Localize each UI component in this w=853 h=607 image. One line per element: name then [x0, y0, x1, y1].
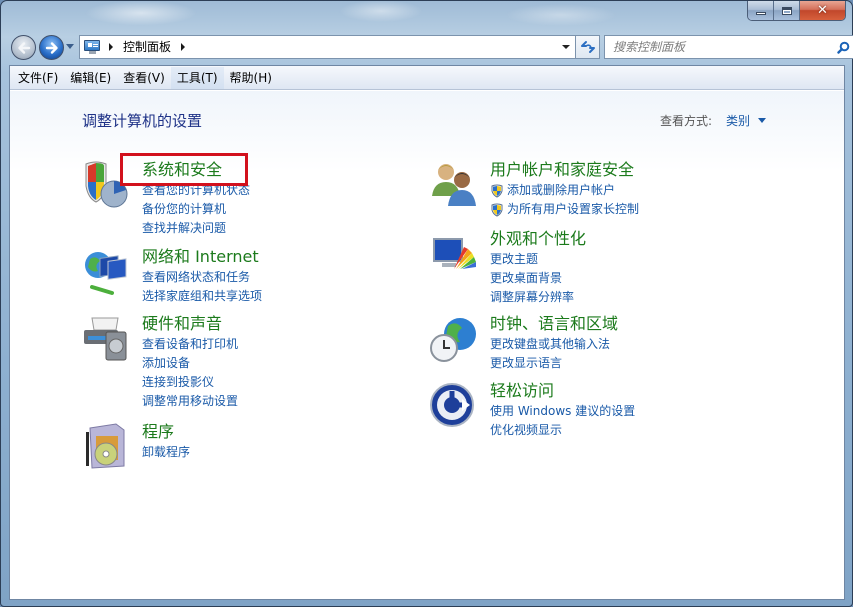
category-links: 更改主题 更改桌面背景 调整屏幕分辨率 — [490, 250, 574, 307]
navigation-bar: 控制面板 — [9, 33, 853, 61]
category-title[interactable]: 程序 — [142, 422, 174, 442]
recent-pages-dropdown[interactable] — [66, 44, 74, 49]
view-by-dropdown[interactable]: 类别 — [726, 112, 767, 129]
refresh-icon — [580, 41, 595, 53]
close-icon: ✕ — [817, 3, 828, 18]
menu-view[interactable]: 查看(V) — [117, 67, 171, 89]
users-icon[interactable] — [430, 160, 480, 210]
view-by-value: 类别 — [726, 114, 751, 128]
link-uninstall-program[interactable]: 卸载程序 — [142, 443, 190, 462]
back-arrow-icon — [17, 41, 30, 54]
minimize-button[interactable] — [748, 1, 774, 20]
menu-tools[interactable]: 工具(T) — [170, 66, 224, 89]
link-view-computer-status[interactable]: 查看您的计算机状态 — [142, 181, 250, 200]
view-by: 查看方式: 类别 — [660, 112, 767, 129]
category-title[interactable]: 外观和个性化 — [490, 229, 586, 249]
address-history-dropdown[interactable] — [557, 36, 575, 58]
back-button[interactable] — [11, 35, 36, 60]
close-button[interactable]: ✕ — [800, 1, 845, 20]
link-add-device[interactable]: 添加设备 — [142, 354, 238, 373]
caption-buttons: ✕ — [747, 1, 846, 21]
link-devices-printers[interactable]: 查看设备和打印机 — [142, 335, 238, 354]
link-change-background[interactable]: 更改桌面背景 — [490, 269, 574, 288]
link-change-display-language[interactable]: 更改显示语言 — [490, 354, 610, 373]
programs-disc-icon[interactable] — [82, 422, 132, 472]
view-by-label: 查看方式: — [660, 114, 713, 128]
category-title[interactable]: 网络和 Internet — [142, 247, 259, 267]
menu-file[interactable]: 文件(F) — [12, 67, 64, 89]
link-add-remove-users[interactable]: 添加或删除用户帐户 — [490, 181, 639, 200]
link-view-network-status[interactable]: 查看网络状态和任务 — [142, 268, 262, 287]
category-links: 查看网络状态和任务 选择家庭组和共享选项 — [142, 268, 262, 306]
chevron-down-icon — [758, 118, 767, 123]
category-title[interactable]: 时钟、语言和区域 — [490, 314, 618, 334]
category-title[interactable]: 系统和安全 — [142, 160, 222, 180]
network-globe-icon[interactable] — [82, 247, 132, 297]
menu-edit[interactable]: 编辑(E) — [64, 67, 117, 89]
menu-bar: 文件(F) 编辑(E) 查看(V) 工具(T) 帮助(H) — [10, 66, 844, 90]
category-links: 使用 Windows 建议的设置 优化视频显示 — [490, 402, 635, 440]
menu-help[interactable]: 帮助(H) — [224, 67, 278, 89]
link-mobility-settings[interactable]: 调整常用移动设置 — [142, 392, 238, 411]
address-bar[interactable]: 控制面板 — [79, 35, 576, 59]
appearance-monitor-icon[interactable] — [430, 229, 480, 279]
clock-globe-icon[interactable] — [430, 314, 480, 364]
link-change-theme[interactable]: 更改主题 — [490, 250, 574, 269]
link-backup-computer[interactable]: 备份您的计算机 — [142, 200, 250, 219]
link-connect-projector[interactable]: 连接到投影仪 — [142, 373, 238, 392]
forward-button[interactable] — [39, 35, 64, 60]
category-links: 添加或删除用户帐户 为所有用户设置家长控制 — [490, 181, 639, 219]
breadcrumb-separator[interactable] — [103, 36, 119, 58]
refresh-button[interactable] — [576, 35, 600, 59]
uac-shield-icon — [491, 202, 503, 217]
page-title: 调整计算机的设置 — [82, 112, 203, 130]
category-links: 更改键盘或其他输入法 更改显示语言 — [490, 335, 610, 373]
maximize-button[interactable] — [774, 1, 800, 20]
breadcrumb-separator[interactable] — [175, 36, 191, 58]
link-parental-controls[interactable]: 为所有用户设置家长控制 — [490, 200, 639, 219]
minimize-icon — [755, 12, 766, 15]
category-links: 查看您的计算机状态 备份您的计算机 查找并解决问题 — [142, 181, 250, 238]
link-label: 为所有用户设置家长控制 — [507, 202, 640, 216]
search-input[interactable] — [605, 37, 833, 57]
category-title[interactable]: 轻松访问 — [490, 381, 554, 401]
link-label: 添加或删除用户帐户 — [507, 183, 616, 197]
search-box — [604, 35, 853, 59]
forward-arrow-icon — [45, 41, 58, 54]
search-icon[interactable] — [833, 37, 853, 57]
system-security-shield-icon[interactable] — [82, 160, 132, 210]
link-homegroup-sharing[interactable]: 选择家庭组和共享选项 — [142, 287, 262, 306]
control-panel-icon — [83, 39, 103, 55]
breadcrumb-control-panel[interactable]: 控制面板 — [119, 36, 175, 58]
printer-speaker-icon[interactable] — [82, 314, 132, 364]
category-title[interactable]: 用户帐户和家庭安全 — [490, 160, 634, 180]
ease-of-access-icon[interactable] — [430, 381, 480, 431]
content-pane: 调整计算机的设置 查看方式: 类别 系统和安全 查看您的计算机状态 备份您的计算… — [10, 91, 844, 599]
category-links: 查看设备和打印机 添加设备 连接到投影仪 调整常用移动设置 — [142, 335, 238, 411]
link-recommended-settings[interactable]: 使用 Windows 建议的设置 — [490, 402, 635, 421]
client-area: 文件(F) 编辑(E) 查看(V) 工具(T) 帮助(H) 调整计算机的设置 查… — [9, 65, 845, 600]
control-panel-window: ✕ 控制面板 搜索控制面板 文件(F) 编辑(E) 查看(V) 工具(T) 帮助… — [0, 0, 853, 607]
link-change-input-methods[interactable]: 更改键盘或其他输入法 — [490, 335, 610, 354]
link-optimize-visual-display[interactable]: 优化视频显示 — [490, 421, 635, 440]
category-links: 卸载程序 — [142, 443, 190, 462]
category-title[interactable]: 硬件和声音 — [142, 314, 222, 334]
maximize-icon — [781, 6, 792, 15]
link-troubleshoot[interactable]: 查找并解决问题 — [142, 219, 250, 238]
link-screen-resolution[interactable]: 调整屏幕分辨率 — [490, 288, 574, 307]
uac-shield-icon — [491, 183, 503, 198]
